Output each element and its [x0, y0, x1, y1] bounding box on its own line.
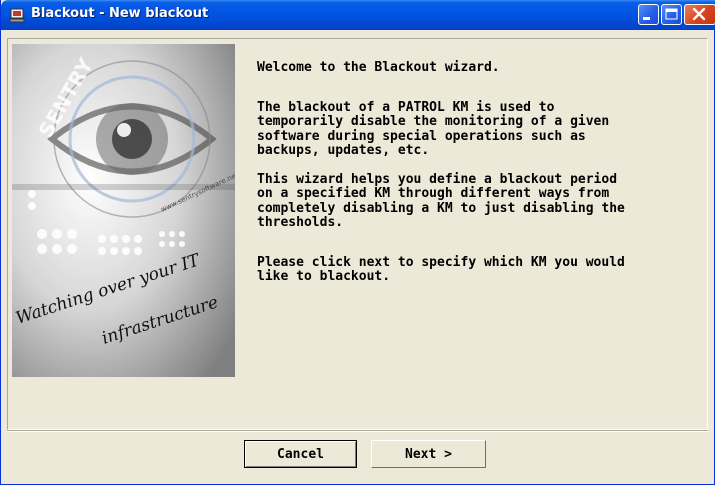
wizard-side-image: SENTRY www.sentrysoftware.net Watching o… — [12, 44, 235, 377]
cancel-button[interactable]: Cancel — [244, 440, 357, 468]
wizard-window: Blackout - New blackout SENTRY www.sentr… — [0, 0, 715, 485]
minimize-icon — [643, 17, 650, 20]
app-icon — [9, 8, 25, 23]
separator — [7, 430, 708, 432]
window-title: Blackout - New blackout — [31, 6, 209, 21]
maximize-button[interactable] — [661, 4, 682, 25]
maximize-icon — [665, 8, 678, 20]
title-bar[interactable]: Blackout - New blackout — [1, 0, 715, 30]
instruction-text: Please click next to specify which KM yo… — [257, 254, 625, 284]
minimize-button[interactable] — [638, 4, 659, 25]
wizard-description: Welcome to the Blackout wizard. The blac… — [257, 60, 707, 285]
purpose-text: The blackout of a PATROL KM is used to t… — [257, 99, 610, 158]
welcome-text: Welcome to the Blackout wizard. — [257, 60, 500, 75]
close-icon — [692, 7, 706, 21]
help-text: This wizard helps you define a blackout … — [257, 171, 625, 230]
dialog-body: SENTRY www.sentrysoftware.net Watching o… — [1, 30, 714, 484]
close-button[interactable] — [684, 4, 715, 25]
next-button[interactable]: Next > — [371, 440, 486, 468]
